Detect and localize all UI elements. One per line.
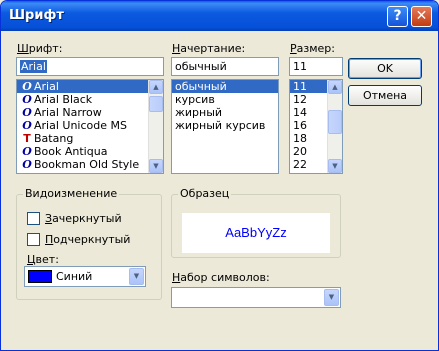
effects-group-title: Видоизменение bbox=[23, 187, 120, 200]
style-input[interactable]: обычный bbox=[171, 57, 279, 76]
opentype-font-icon: O bbox=[22, 106, 32, 119]
color-swatch bbox=[28, 270, 52, 283]
opentype-font-icon: O bbox=[22, 158, 32, 171]
list-item-label: обычный bbox=[175, 80, 227, 93]
charset-label: Набор символов: bbox=[172, 271, 270, 284]
scroll-down-icon[interactable]: ▼ bbox=[328, 159, 342, 173]
font-list-scrollbar[interactable]: ▲ ▼ bbox=[148, 80, 163, 173]
list-item[interactable]: жирный курсив bbox=[172, 119, 278, 132]
charset-select[interactable]: ▼ bbox=[171, 287, 341, 308]
list-item-label: 11 bbox=[293, 80, 307, 93]
sample-preview: AaBbYyZz bbox=[182, 213, 330, 253]
size-input[interactable]: 11 bbox=[289, 57, 343, 76]
list-item[interactable]: 22 bbox=[290, 158, 327, 171]
opentype-font-icon: O bbox=[22, 93, 32, 106]
scroll-down-icon[interactable]: ▼ bbox=[149, 159, 163, 173]
underline-label[interactable]: Подчеркнутый bbox=[45, 233, 130, 246]
list-item[interactable]: O Arial Black bbox=[17, 93, 148, 106]
scroll-thumb[interactable] bbox=[328, 110, 342, 134]
color-label: Цвет: bbox=[27, 253, 59, 266]
list-item[interactable]: 16 bbox=[290, 119, 327, 132]
list-item[interactable]: T Batang bbox=[17, 132, 148, 145]
list-item-label: 20 bbox=[293, 145, 307, 158]
strikeout-checkbox[interactable] bbox=[27, 212, 40, 225]
question-mark-icon: ? bbox=[393, 8, 402, 24]
font-dialog: Шрифт ? ✕ Шрифт: Arial O Arial O Arial Blac… bbox=[0, 0, 439, 351]
style-label: Начертание: bbox=[172, 42, 246, 55]
style-list[interactable]: обычный курсив жирный жирный курсив bbox=[171, 79, 279, 174]
list-item-label: Arial bbox=[34, 80, 59, 93]
size-list-scrollbar[interactable]: ▲ ▼ bbox=[327, 80, 342, 173]
list-item[interactable]: O Bookman Old Style bbox=[17, 158, 148, 171]
list-item-label: Book Antiqua bbox=[34, 145, 108, 158]
chevron-down-icon[interactable]: ▼ bbox=[324, 289, 339, 306]
font-label: Шрифт: bbox=[17, 42, 63, 55]
list-item[interactable]: 18 bbox=[290, 132, 327, 145]
list-item-label: 22 bbox=[293, 158, 307, 171]
list-item-label: жирный курсив bbox=[175, 119, 266, 132]
list-item-label: 12 bbox=[293, 93, 307, 106]
effects-group: Видоизменение Зачеркнутый Подчеркнутый Ц… bbox=[16, 187, 162, 300]
color-value: Синий bbox=[56, 270, 93, 283]
scroll-up-icon[interactable]: ▲ bbox=[328, 80, 342, 94]
strikeout-label[interactable]: Зачеркнутый bbox=[45, 212, 122, 225]
cancel-button[interactable]: Отмена bbox=[348, 85, 422, 106]
list-item[interactable]: обычный bbox=[172, 80, 278, 93]
list-item[interactable]: O Book Antiqua bbox=[17, 145, 148, 158]
scroll-thumb[interactable] bbox=[149, 96, 163, 112]
list-item-label: Batang bbox=[34, 132, 74, 145]
sample-group-title: Образец bbox=[178, 187, 232, 200]
list-item[interactable]: 11 bbox=[290, 80, 327, 93]
sample-group: Образец AaBbYyZz bbox=[171, 187, 341, 258]
ok-button[interactable]: OK bbox=[348, 58, 422, 79]
scroll-up-icon[interactable]: ▲ bbox=[149, 80, 163, 94]
dialog-title: Шрифт bbox=[9, 8, 64, 23]
opentype-font-icon: O bbox=[22, 80, 32, 93]
list-item[interactable]: 14 bbox=[290, 106, 327, 119]
title-bar[interactable]: Шрифт ? ✕ bbox=[1, 1, 438, 31]
list-item-label: Arial Narrow bbox=[34, 106, 102, 119]
chevron-down-icon[interactable]: ▼ bbox=[129, 268, 144, 285]
list-item[interactable]: O Arial bbox=[17, 80, 148, 93]
list-item-label: Arial Black bbox=[34, 93, 93, 106]
size-list[interactable]: 11 12 14 16 18 20 22 ▲ ▼ bbox=[289, 79, 343, 174]
list-item[interactable]: O Arial Narrow bbox=[17, 106, 148, 119]
color-select[interactable]: Синий ▼ bbox=[24, 266, 146, 287]
help-button[interactable]: ? bbox=[387, 6, 408, 27]
list-item-label: жирный bbox=[175, 106, 223, 119]
opentype-font-icon: O bbox=[22, 119, 32, 132]
list-item-label: 14 bbox=[293, 106, 307, 119]
list-item[interactable]: жирный bbox=[172, 106, 278, 119]
size-label: Размер: bbox=[290, 42, 335, 55]
font-name-input[interactable]: Arial bbox=[16, 57, 164, 76]
list-item-label: Arial Unicode MS bbox=[34, 119, 127, 132]
list-item-label: курсив bbox=[175, 93, 215, 106]
list-item[interactable]: 20 bbox=[290, 145, 327, 158]
list-item[interactable]: курсив bbox=[172, 93, 278, 106]
list-item-label: 18 bbox=[293, 132, 307, 145]
font-list[interactable]: O Arial O Arial Black O Arial Narrow O Arial Un… bbox=[16, 79, 164, 174]
close-button[interactable]: ✕ bbox=[411, 6, 432, 27]
close-icon: ✕ bbox=[415, 8, 428, 24]
truetype-font-icon: T bbox=[23, 132, 31, 145]
list-item-label: 16 bbox=[293, 119, 307, 132]
list-item[interactable]: 12 bbox=[290, 93, 327, 106]
underline-checkbox[interactable] bbox=[27, 233, 40, 246]
list-item-label: Bookman Old Style bbox=[34, 158, 140, 171]
list-item[interactable]: O Arial Unicode MS bbox=[17, 119, 148, 132]
opentype-font-icon: O bbox=[22, 145, 32, 158]
